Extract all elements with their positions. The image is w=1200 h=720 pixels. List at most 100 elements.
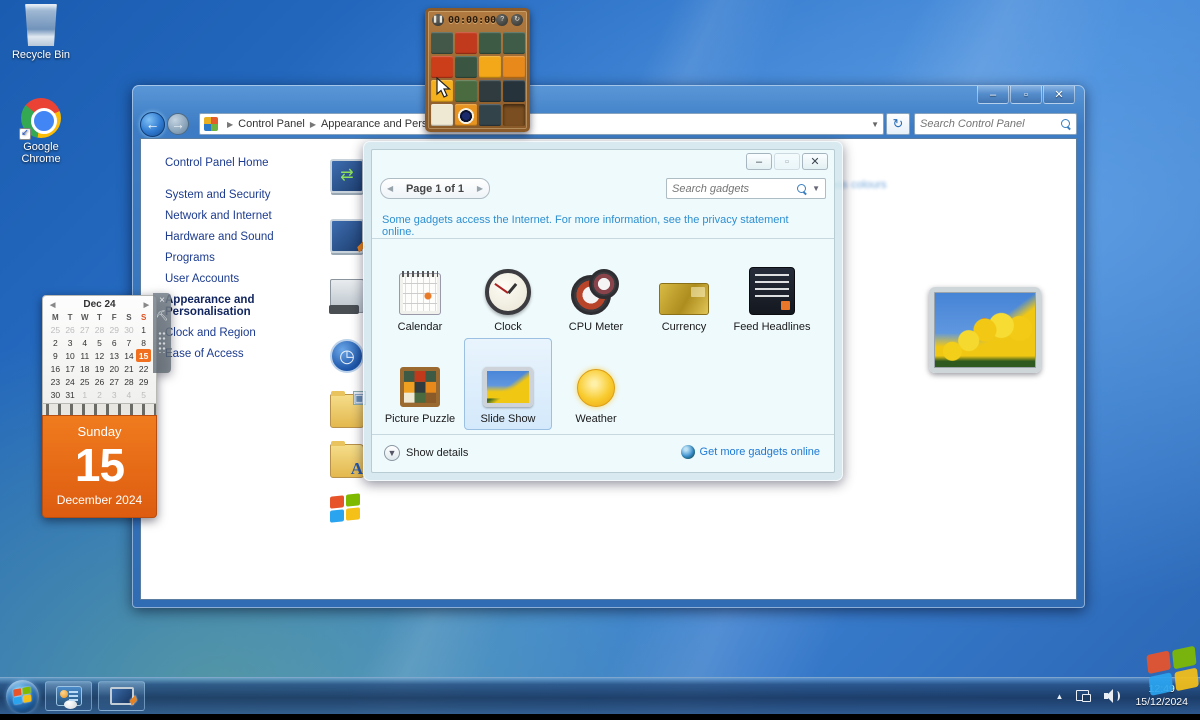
calendar-cell: 21 bbox=[122, 362, 137, 375]
desktop-icon-google-chrome[interactable]: Google Chrome bbox=[2, 98, 80, 165]
gallery-minimize-button[interactable]: – bbox=[746, 153, 772, 170]
slide-show-gadget[interactable] bbox=[929, 287, 1041, 373]
maximize-button[interactable]: ▫ bbox=[1010, 86, 1042, 104]
folder-options-icon[interactable] bbox=[330, 394, 364, 428]
puzzle-pause-icon[interactable]: ❚❚ bbox=[432, 14, 444, 26]
personalization-icon[interactable] bbox=[330, 159, 364, 193]
start-button[interactable] bbox=[6, 680, 39, 713]
puzzle-tile[interactable] bbox=[479, 104, 501, 126]
sidebar-item-network-and-internet[interactable]: Network and Internet bbox=[165, 210, 290, 222]
puzzle-tile[interactable] bbox=[503, 104, 525, 126]
sidebar-home-link[interactable]: Control Panel Home bbox=[165, 157, 319, 169]
fonts-icon[interactable] bbox=[330, 444, 364, 478]
search-input[interactable] bbox=[920, 118, 1061, 130]
gadget-drag-handle[interactable] bbox=[158, 331, 166, 353]
today-day-number: 15 bbox=[43, 441, 156, 489]
puzzle-tile[interactable] bbox=[503, 56, 525, 78]
puzzle-gadget-icon bbox=[400, 367, 440, 407]
puzzle-tile[interactable] bbox=[479, 80, 501, 102]
gadget-label: Feed Headlines bbox=[733, 321, 810, 333]
calendar-day-header: S bbox=[122, 312, 137, 323]
previous-page-icon[interactable]: ◀ bbox=[387, 184, 393, 193]
puzzle-tile[interactable] bbox=[455, 32, 477, 54]
sidebar-item-clock-and-region[interactable]: Clock and Region bbox=[165, 327, 290, 339]
volume-icon[interactable] bbox=[1104, 689, 1120, 703]
personalization-app-icon bbox=[110, 687, 134, 705]
gallery-maximize-button[interactable]: ▫ bbox=[774, 153, 800, 170]
screen: Recycle Bin Google Chrome – ▫ ✕ ← → ▶ Con… bbox=[0, 0, 1200, 720]
breadcrumb-separator-icon: ▶ bbox=[227, 120, 233, 129]
gadget-item-feed[interactable]: Feed Headlines bbox=[728, 246, 816, 338]
puzzle-tile[interactable] bbox=[455, 56, 477, 78]
puzzle-tile[interactable] bbox=[479, 32, 501, 54]
breadcrumb-item[interactable]: Control Panel bbox=[238, 118, 305, 130]
puzzle-tile[interactable] bbox=[455, 80, 477, 102]
puzzle-shuffle-icon[interactable]: ↻ bbox=[511, 14, 523, 26]
calendar-cell: 3 bbox=[63, 336, 78, 349]
gadget-item-puzzle[interactable]: Picture Puzzle bbox=[376, 338, 464, 430]
sidebar-item-system-and-security[interactable]: System and Security bbox=[165, 189, 290, 201]
address-dropdown-icon[interactable]: ▼ bbox=[871, 120, 879, 129]
getting-started-icon[interactable] bbox=[330, 494, 364, 528]
get-more-gadgets-link[interactable]: Get more gadgets online bbox=[681, 445, 820, 459]
gadget-item-slideshow[interactable]: Slide Show bbox=[464, 338, 552, 430]
calendar-cell: 8 bbox=[136, 336, 151, 349]
sidebar-item-appearance-and-personalisation[interactable]: Appearance and Personalisation bbox=[165, 294, 290, 318]
sidebar-item-programs[interactable]: Programs bbox=[165, 252, 290, 264]
taskbar-start-menu-icon[interactable] bbox=[330, 279, 364, 313]
address-bar[interactable]: ▶Control Panel▶Appearance and Personalis… bbox=[199, 113, 884, 135]
gadget-search[interactable]: ▼ bbox=[666, 178, 826, 199]
gadget-search-input[interactable] bbox=[672, 183, 797, 195]
gadget-close-icon[interactable]: × bbox=[159, 295, 165, 311]
gadget-item-weather[interactable]: Weather bbox=[552, 338, 640, 430]
gadget-item-clock[interactable]: Clock bbox=[464, 246, 552, 338]
gadget-options-icon[interactable]: ⛏ bbox=[156, 311, 169, 327]
tray-date: 15/12/2024 bbox=[1135, 696, 1188, 709]
title-bar[interactable]: – ▫ ✕ bbox=[132, 85, 1085, 110]
display-icon[interactable] bbox=[330, 219, 364, 253]
picture-puzzle-gadget[interactable]: ❚❚ 00:00:00 ? ↻ bbox=[425, 8, 530, 132]
calendar-gadget[interactable]: ◀ Dec 24 ▶ MTWTFSS2526272829301234567891… bbox=[42, 295, 157, 518]
next-page-icon[interactable]: ▶ bbox=[477, 184, 483, 193]
puzzle-tile[interactable] bbox=[503, 32, 525, 54]
control-panel-search[interactable] bbox=[914, 113, 1077, 135]
gadget-label: Picture Puzzle bbox=[385, 413, 455, 425]
gadget-item-calendar[interactable]: Calendar bbox=[376, 246, 464, 338]
puzzle-tile[interactable] bbox=[431, 56, 453, 78]
taskbar-button-gadget-gallery[interactable] bbox=[45, 681, 92, 711]
puzzle-tile[interactable] bbox=[479, 56, 501, 78]
network-icon[interactable] bbox=[1076, 690, 1091, 702]
internet-info-text: Some gadgets access the Internet. For mo… bbox=[382, 214, 824, 238]
ease-of-access-center-icon[interactable] bbox=[330, 339, 364, 373]
gadget-item-cpu[interactable]: CPU Meter bbox=[552, 246, 640, 338]
puzzle-tile[interactable] bbox=[431, 104, 453, 126]
back-button[interactable]: ← bbox=[140, 112, 165, 137]
puzzle-help-icon[interactable]: ? bbox=[496, 14, 508, 26]
gadget-label: CPU Meter bbox=[569, 321, 623, 333]
minimize-button[interactable]: – bbox=[977, 86, 1009, 104]
close-button[interactable]: ✕ bbox=[1043, 86, 1075, 104]
hidden-icons-arrow[interactable]: ▲ bbox=[1049, 692, 1071, 701]
previous-month-icon[interactable]: ◀ bbox=[50, 301, 55, 309]
calendar-cell: 7 bbox=[122, 336, 137, 349]
show-details-button[interactable]: ▼ Show details bbox=[384, 445, 468, 461]
forward-button[interactable]: → bbox=[167, 113, 189, 135]
calendar-day-header: W bbox=[77, 312, 92, 323]
gallery-close-button[interactable]: ✕ bbox=[802, 153, 828, 170]
calendar-cell: 5 bbox=[92, 336, 107, 349]
search-dropdown-icon[interactable]: ▼ bbox=[812, 184, 820, 193]
sidebar-item-hardware-and-sound[interactable]: Hardware and Sound bbox=[165, 231, 290, 243]
next-month-icon[interactable]: ▶ bbox=[144, 301, 149, 309]
puzzle-tile[interactable] bbox=[431, 32, 453, 54]
sidebar-item-ease-of-access[interactable]: Ease of Access bbox=[165, 348, 290, 360]
desktop-icon-recycle-bin[interactable]: Recycle Bin bbox=[2, 4, 80, 61]
page-label: Page 1 of 1 bbox=[406, 183, 464, 195]
refresh-button[interactable]: ↻ bbox=[886, 113, 910, 135]
sidebar-item-user-accounts[interactable]: User Accounts bbox=[165, 273, 290, 285]
puzzle-tile[interactable] bbox=[503, 80, 525, 102]
puzzle-tile[interactable] bbox=[455, 104, 477, 126]
calendar-cell: 14 bbox=[122, 349, 137, 362]
calendar-cell: 25 bbox=[48, 323, 63, 336]
taskbar-button-personalization[interactable] bbox=[98, 681, 145, 711]
gadget-item-currency[interactable]: Currency bbox=[640, 246, 728, 338]
